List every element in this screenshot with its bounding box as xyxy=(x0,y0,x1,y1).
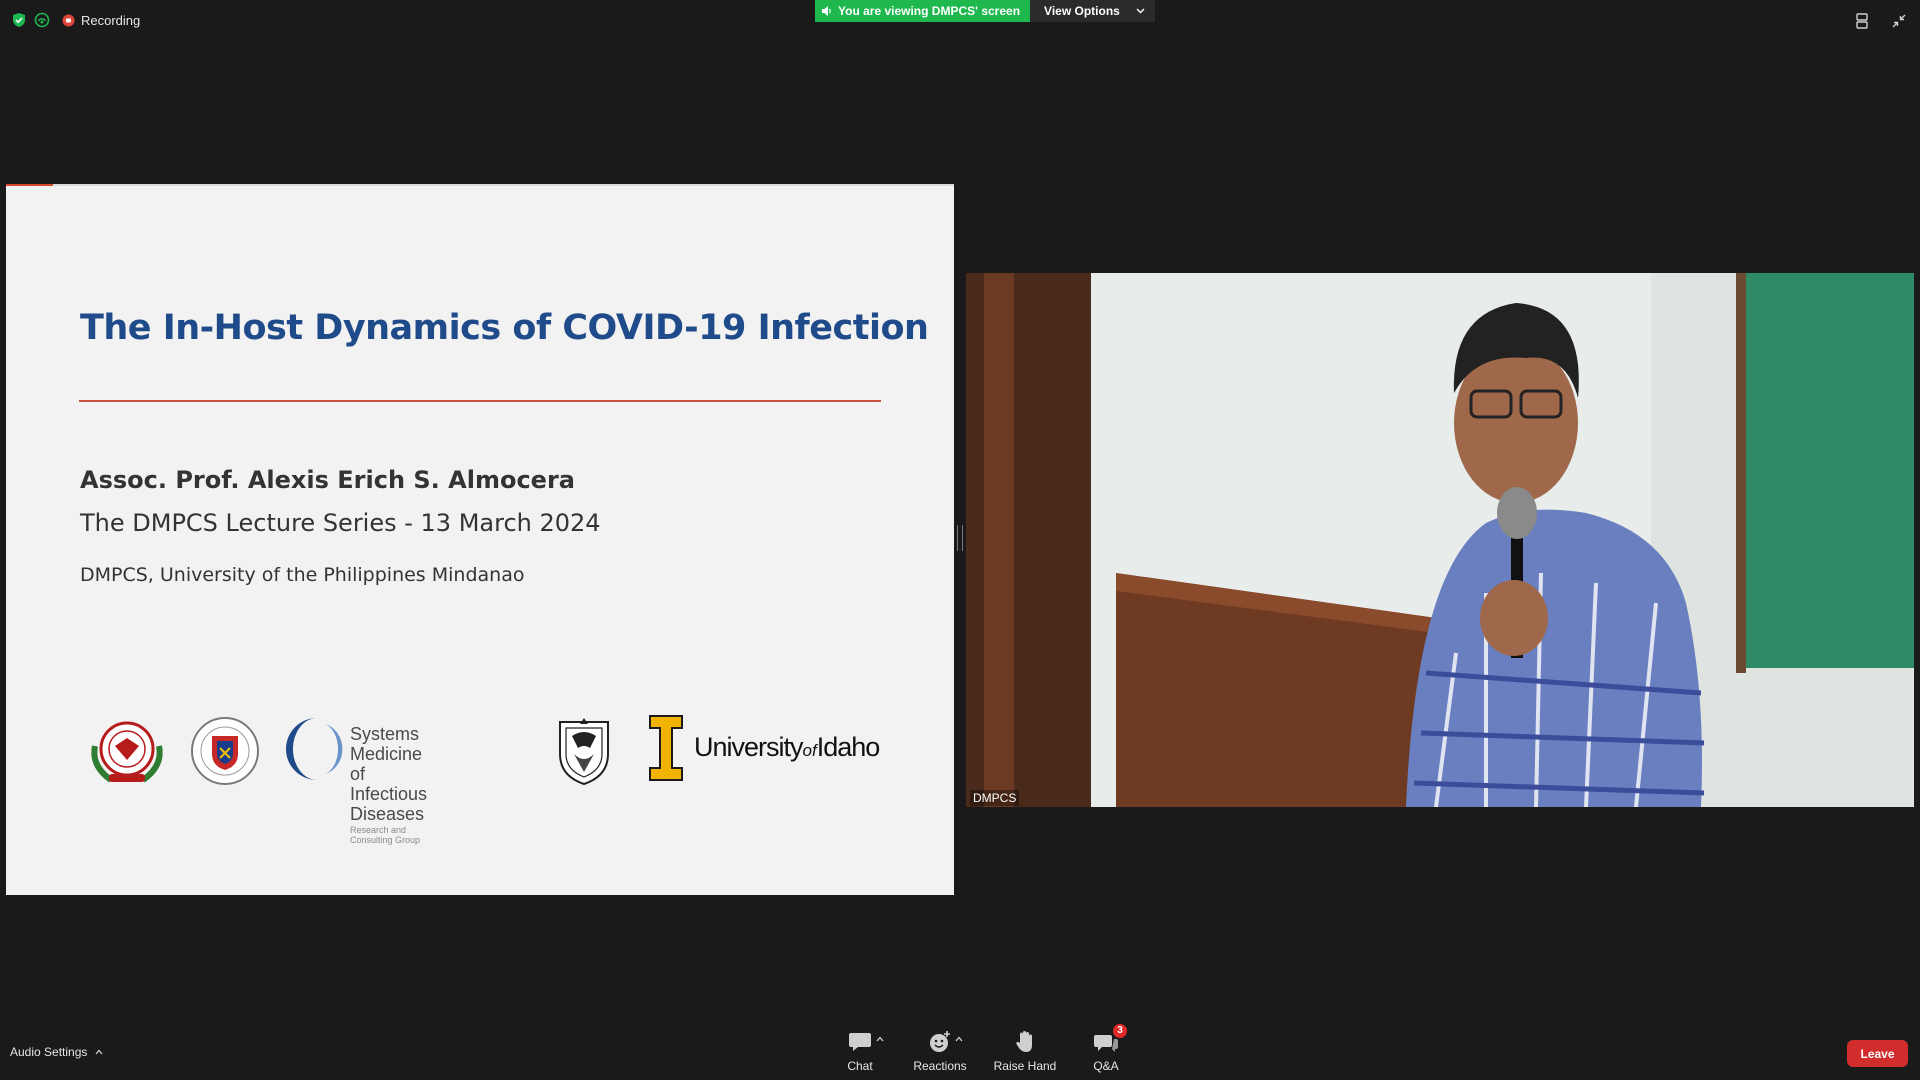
viewing-screen-notice: You are viewing DMPCS' screen xyxy=(815,0,1031,22)
reactions-options-caret[interactable] xyxy=(955,1034,963,1045)
chat-label: Chat xyxy=(847,1059,873,1073)
reactions-label: Reactions xyxy=(913,1059,967,1073)
unam-seal-logo xyxy=(554,714,614,791)
exit-fullscreen-button[interactable] xyxy=(1888,10,1910,32)
speaker-video-tile[interactable] xyxy=(966,273,1914,807)
slide-author: Assoc. Prof. Alexis Erich S. Almocera xyxy=(80,466,575,494)
qa-unread-badge: 3 xyxy=(1113,1024,1127,1038)
raise-hand-button[interactable]: Raise Hand xyxy=(980,1028,1070,1073)
smid-name-line2: of Infectious Diseases xyxy=(350,764,428,824)
audio-settings-button[interactable]: Audio Settings xyxy=(10,1045,103,1059)
view-mode-button[interactable] xyxy=(1851,10,1873,32)
reactions-button[interactable]: Reactions xyxy=(900,1028,980,1073)
audio-settings-label: Audio Settings xyxy=(10,1045,88,1059)
smid-logo: Systems Medicine of Infectious Diseases … xyxy=(285,714,427,845)
view-options-button[interactable]: View Options xyxy=(1030,0,1155,22)
slide-progress-fill xyxy=(6,184,54,186)
speaker-icon xyxy=(821,5,833,17)
chevron-down-icon xyxy=(1136,8,1145,14)
screen-share-banner: You are viewing DMPCS' screen View Optio… xyxy=(815,0,1155,22)
meeting-window: Recording You are viewing DMPCS' screen … xyxy=(0,0,1920,1080)
slide-series: The DMPCS Lecture Series - 13 March 2024 xyxy=(80,509,601,537)
up-mindanao-seal-logo xyxy=(85,716,169,791)
status-bar: Recording xyxy=(12,9,140,31)
chevron-up-icon xyxy=(95,1049,103,1055)
recording-dot-icon xyxy=(62,14,75,27)
connection-status-icon[interactable] xyxy=(34,12,50,28)
panel-splitter-handle[interactable] xyxy=(957,525,963,551)
qa-label: Q&A xyxy=(1093,1059,1119,1073)
slide-affiliation: DMPCS, University of the Philippines Min… xyxy=(80,564,525,586)
smid-name-line1: Systems Medicine xyxy=(350,724,423,764)
leave-button[interactable]: Leave xyxy=(1847,1040,1908,1067)
qa-button[interactable]: 3 Q&A xyxy=(1076,1024,1136,1073)
view-mode-icon xyxy=(1855,13,1869,29)
view-options-label: View Options xyxy=(1044,4,1120,18)
uan-seal-logo xyxy=(190,716,260,791)
slide-progress-bar xyxy=(6,184,954,186)
speaker-video-frame xyxy=(966,273,1914,807)
uidaho-of: of xyxy=(802,741,817,760)
uidaho-idaho: Idaho xyxy=(816,732,881,762)
slide-title: The In-Host Dynamics of COVID-19 Infecti… xyxy=(80,308,929,348)
chalkboard xyxy=(1744,273,1914,668)
partner-logos: Systems Medicine of Infectious Diseases … xyxy=(78,714,888,845)
uidaho-university: University xyxy=(694,732,804,762)
raise-hand-label: Raise Hand xyxy=(993,1059,1057,1073)
recording-label: Recording xyxy=(81,12,141,28)
chat-icon xyxy=(848,1031,872,1053)
idaho-i-mark-icon xyxy=(649,715,683,781)
exit-fullscreen-icon xyxy=(1892,14,1906,28)
participant-name-label: DMPCS xyxy=(970,790,1020,806)
chat-options-caret[interactable] xyxy=(876,1034,884,1045)
recording-indicator[interactable]: Recording xyxy=(62,13,140,28)
encryption-shield-icon[interactable] xyxy=(12,12,26,28)
university-of-idaho-logo: UniversityofIdaho xyxy=(648,714,880,787)
smid-crescent-icon xyxy=(285,718,343,780)
share-banner-text: You are viewing DMPCS' screen xyxy=(838,4,1021,18)
raise-hand-icon xyxy=(1015,1030,1035,1054)
title-divider xyxy=(79,400,881,402)
smiley-icon xyxy=(928,1030,952,1054)
smid-tagline: Research and Consulting Group xyxy=(350,825,421,845)
shared-screen-slide[interactable]: The In-Host Dynamics of COVID-19 Infecti… xyxy=(6,184,954,895)
